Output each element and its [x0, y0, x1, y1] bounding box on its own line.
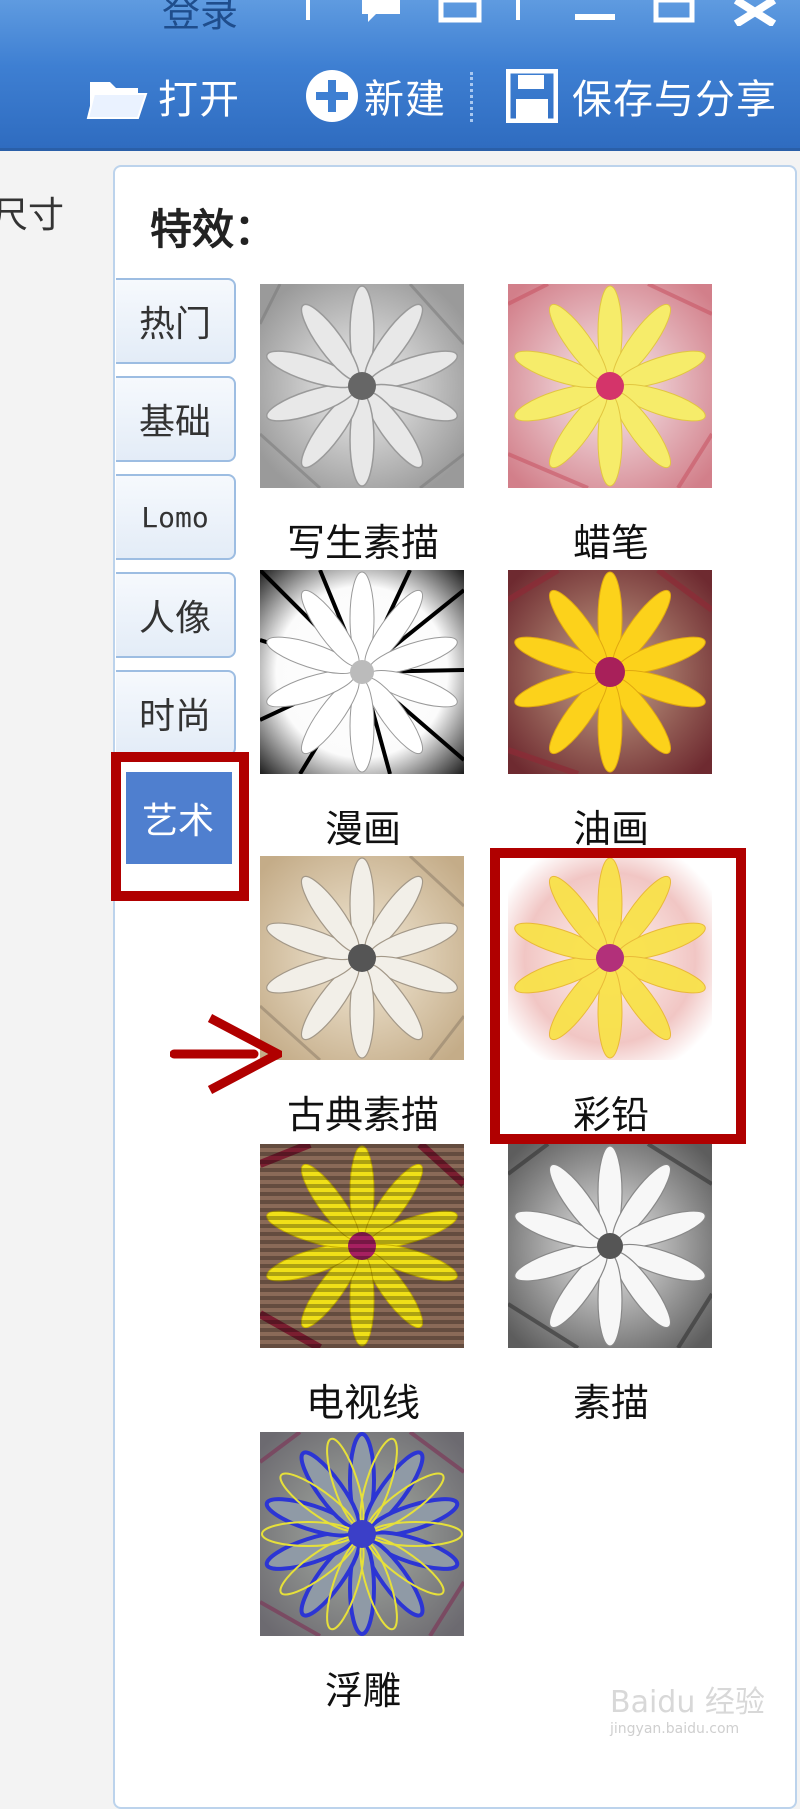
close-icon[interactable]	[730, 0, 780, 26]
title-separator	[306, 0, 310, 20]
effect-label: 写生素描	[286, 521, 439, 565]
tab-lomo[interactable]: Lomo	[116, 474, 236, 560]
open-button[interactable]: 打开	[86, 66, 240, 126]
new-label: 新建	[364, 77, 446, 123]
watermark-url: jingyan.baidu.com	[610, 1721, 740, 1737]
tab-portrait[interactable]: 人像	[116, 572, 236, 658]
effect-comic[interactable]: 漫画	[260, 570, 466, 851]
effect-label: 电视线	[305, 1381, 420, 1425]
effect-colored-pencil[interactable]: 彩铅	[508, 856, 714, 1137]
effect-label: 漫画	[324, 807, 401, 851]
app-toolbar: 登录 打开 新建 保存与分享	[0, 0, 800, 151]
folder-icon	[86, 82, 148, 119]
annotation-arrow-icon	[170, 1014, 282, 1094]
tab-art[interactable]: 艺术	[126, 772, 232, 864]
effect-crayon[interactable]: 蜡笔	[508, 284, 714, 565]
colored-pencil-thumbnail	[508, 856, 712, 1060]
open-label: 打开	[158, 77, 240, 123]
watermark: Baidu 经验 jingyan.baidu.com	[610, 1685, 765, 1737]
watermark-text: Baidu 经验	[610, 1685, 765, 1720]
effect-label: 素描	[572, 1381, 649, 1425]
effect-classic-sketch[interactable]: 古典素描	[260, 856, 466, 1137]
tv-lines-thumbnail	[260, 1144, 464, 1348]
crayon-thumbnail	[508, 284, 712, 488]
effect-sketch[interactable]: 素描	[508, 1144, 714, 1425]
login-link[interactable]: 登录	[162, 0, 238, 37]
emboss-thumbnail	[260, 1432, 464, 1636]
new-button[interactable]: 新建	[304, 66, 446, 126]
maximize-icon[interactable]	[652, 0, 698, 24]
tab-hot[interactable]: 热门	[116, 278, 236, 364]
feedback-icon[interactable]	[360, 0, 404, 22]
effect-label: 彩铅	[572, 1093, 649, 1137]
effect-label: 浮雕	[324, 1669, 401, 1713]
panel-title: 特效：	[150, 205, 277, 254]
toolbar-divider	[470, 72, 473, 122]
skin-icon[interactable]	[438, 0, 482, 24]
plus-circle-icon	[306, 70, 358, 122]
save-share-button[interactable]: 保存与分享	[506, 66, 777, 126]
effect-oil-painting[interactable]: 油画	[508, 570, 714, 851]
sketch-life-thumbnail	[260, 284, 464, 488]
sketch-thumbnail	[508, 1144, 712, 1348]
classic-sketch-thumbnail	[260, 856, 464, 1060]
size-label[interactable]: 尺寸	[0, 186, 64, 238]
effect-emboss[interactable]: 浮雕	[260, 1432, 466, 1713]
title-bar: 登录	[0, 0, 800, 36]
minimize-icon[interactable]	[572, 0, 618, 24]
save-icon	[506, 69, 558, 123]
save-share-label: 保存与分享	[572, 77, 777, 123]
tab-basic[interactable]: 基础	[116, 376, 236, 462]
oil-painting-thumbnail	[508, 570, 712, 774]
tab-fashion[interactable]: 时尚	[116, 670, 236, 756]
effect-label: 油画	[572, 807, 649, 851]
comic-thumbnail	[260, 570, 464, 774]
effect-tv-lines[interactable]: 电视线	[260, 1144, 466, 1425]
effect-sketch-life[interactable]: 写生素描	[260, 284, 466, 565]
effect-label: 蜡笔	[572, 521, 649, 565]
title-separator	[516, 0, 520, 20]
